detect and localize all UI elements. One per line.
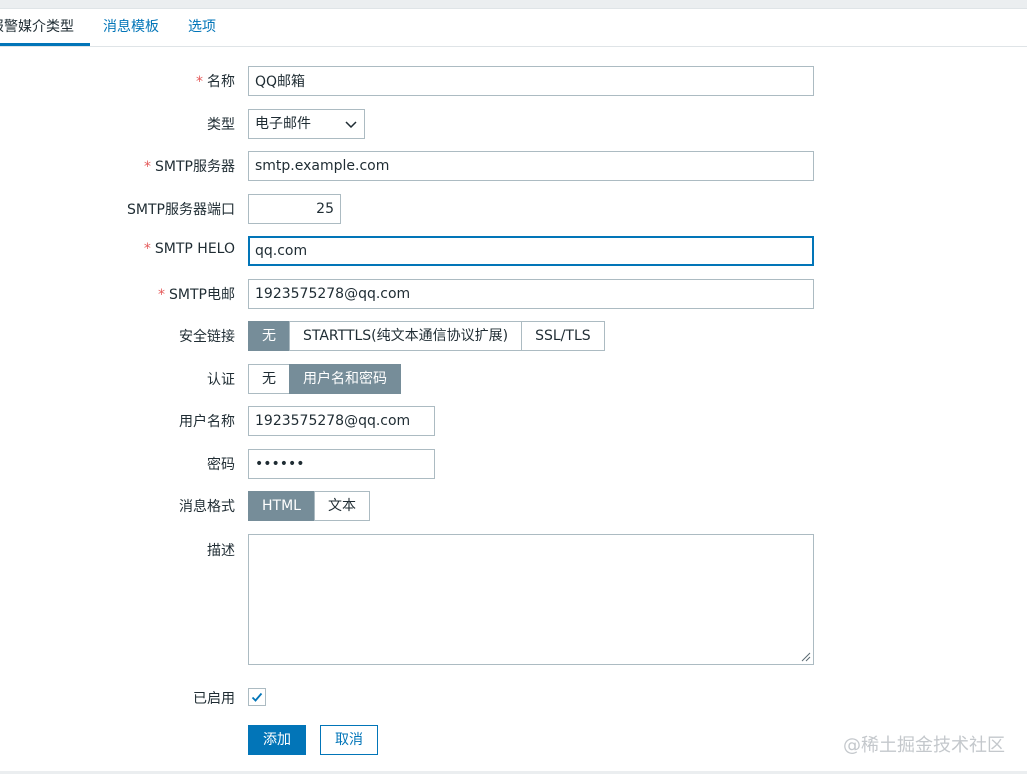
- smtp-port-label: SMTP服务器端口: [127, 202, 235, 218]
- message-format-segmented: HTML 文本: [248, 491, 370, 521]
- description-label: 描述: [207, 543, 235, 559]
- smtp-port-input[interactable]: [248, 194, 341, 224]
- type-label: 类型: [207, 117, 235, 133]
- type-select-value: 电子邮件: [255, 116, 311, 132]
- name-label: * 名称: [196, 74, 235, 90]
- tab-media-type[interactable]: 报警媒介类型: [0, 9, 90, 46]
- resize-grip-icon[interactable]: [801, 652, 811, 662]
- required-mark: *: [196, 74, 203, 90]
- cancel-button[interactable]: 取消: [320, 725, 378, 755]
- security-segmented: 无 STARTTLS(纯文本通信协议扩展) SSL/TLS: [248, 321, 605, 351]
- auth-label: 认证: [207, 372, 235, 388]
- security-ssl-tls-button[interactable]: SSL/TLS: [521, 321, 605, 351]
- security-none-button[interactable]: 无: [248, 321, 290, 351]
- security-label: 安全链接: [179, 329, 235, 345]
- smtp-helo-input[interactable]: [248, 236, 814, 266]
- tab-message-template[interactable]: 消息模板: [103, 9, 159, 46]
- chevron-down-icon: [345, 121, 357, 129]
- type-select[interactable]: 电子邮件: [248, 109, 365, 139]
- top-strip: [0, 0, 1027, 9]
- tab-bar: 报警媒介类型 消息模板 选项: [0, 9, 1027, 47]
- message-format-label: 消息格式: [179, 499, 235, 515]
- smtp-email-input[interactable]: [248, 279, 814, 309]
- name-input[interactable]: [248, 66, 814, 96]
- description-textarea[interactable]: [248, 534, 814, 665]
- format-text-button[interactable]: 文本: [313, 491, 370, 521]
- smtp-server-label: * SMTP服务器: [144, 159, 235, 175]
- auth-segmented: 无 用户名和密码: [248, 364, 401, 394]
- username-input[interactable]: [248, 406, 435, 436]
- smtp-helo-label: * SMTP HELO: [143, 241, 235, 257]
- required-mark: *: [158, 287, 166, 303]
- required-mark: *: [144, 159, 152, 175]
- smtp-email-label: * SMTP电邮: [158, 287, 235, 303]
- auth-username-password-button[interactable]: 用户名和密码: [289, 364, 401, 394]
- format-html-button[interactable]: HTML: [248, 491, 315, 521]
- checkmark-icon: [251, 692, 263, 702]
- add-button[interactable]: 添加: [248, 725, 306, 755]
- tab-options[interactable]: 选项: [188, 9, 216, 46]
- auth-none-button[interactable]: 无: [248, 364, 290, 394]
- username-label: 用户名称: [179, 414, 235, 430]
- password-input[interactable]: [248, 449, 435, 479]
- security-starttls-button[interactable]: STARTTLS(纯文本通信协议扩展): [289, 321, 523, 351]
- required-mark: *: [143, 241, 151, 257]
- watermark: @稀土掘金技术社区: [843, 735, 1005, 756]
- password-label: 密码: [207, 457, 235, 473]
- enabled-checkbox[interactable]: [248, 688, 266, 706]
- enabled-label: 已启用: [193, 691, 235, 707]
- smtp-server-input[interactable]: [248, 151, 814, 181]
